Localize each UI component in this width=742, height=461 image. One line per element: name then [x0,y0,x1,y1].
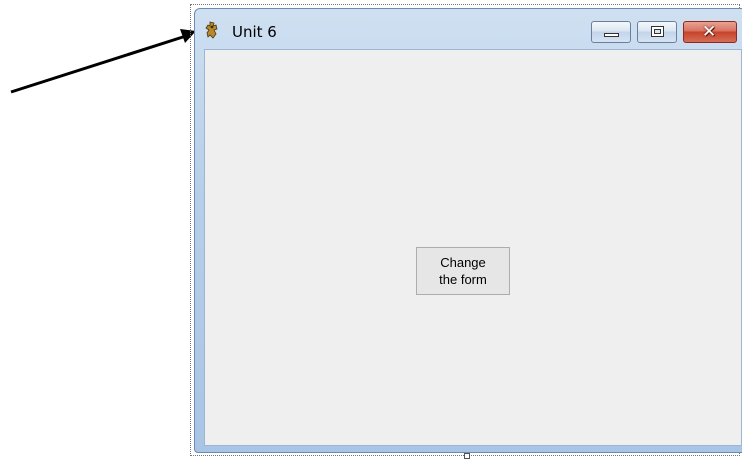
app-icon[interactable] [204,21,222,39]
close-icon: ✕ [702,22,717,42]
minimize-icon [604,33,619,37]
maximize-icon [651,26,664,37]
change-form-button[interactable]: Change the form [416,247,510,295]
title-bar[interactable]: Unit 6 ✕ [195,9,742,49]
minimize-button[interactable] [591,21,631,43]
form-window: Unit 6 ✕ [194,8,742,453]
resize-handle[interactable] [464,453,470,459]
close-button[interactable]: ✕ [683,21,737,43]
window-title: Unit 6 [232,23,277,41]
maximize-button[interactable] [637,21,677,43]
